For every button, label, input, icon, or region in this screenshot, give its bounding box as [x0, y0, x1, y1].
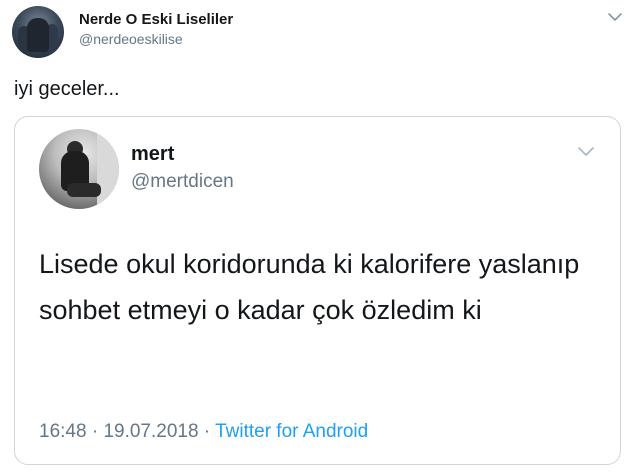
chevron-down-icon[interactable]	[606, 10, 624, 24]
meta-separator: ·	[198, 421, 216, 442]
outer-tweet-header: Nerde O Eski Liseliler @nerdeoeskilise	[12, 6, 624, 58]
tweet-metadata: 16:48 · 19.07.2018 · Twitter for Android	[39, 421, 368, 443]
avatar-figure	[67, 183, 101, 197]
chevron-down-icon[interactable]	[576, 145, 596, 159]
avatar[interactable]	[12, 6, 64, 58]
avatar-background	[97, 129, 119, 209]
quoted-tweet-card[interactable]: mert @mertdicen Lisede okul koridorunda …	[14, 116, 621, 465]
avatar-figure	[27, 18, 49, 52]
quoted-tweet-text: Lisede okul koridorunda ki kalorifere ya…	[39, 249, 580, 325]
tweet-source-link[interactable]: Twitter for Android	[215, 421, 368, 442]
tweet-time[interactable]: 16:48	[39, 421, 87, 442]
display-name[interactable]: Nerde O Eski Liseliler	[79, 11, 233, 28]
tweet-text: iyi geceler...	[14, 78, 120, 100]
avatar[interactable]	[39, 129, 119, 209]
user-handle[interactable]: @nerdeoeskilise	[79, 31, 183, 47]
meta-separator: ·	[86, 421, 104, 442]
user-handle[interactable]: @mertdicen	[131, 171, 234, 193]
tweet-date[interactable]: 19.07.2018	[103, 421, 198, 442]
display-name[interactable]: mert	[131, 143, 174, 166]
